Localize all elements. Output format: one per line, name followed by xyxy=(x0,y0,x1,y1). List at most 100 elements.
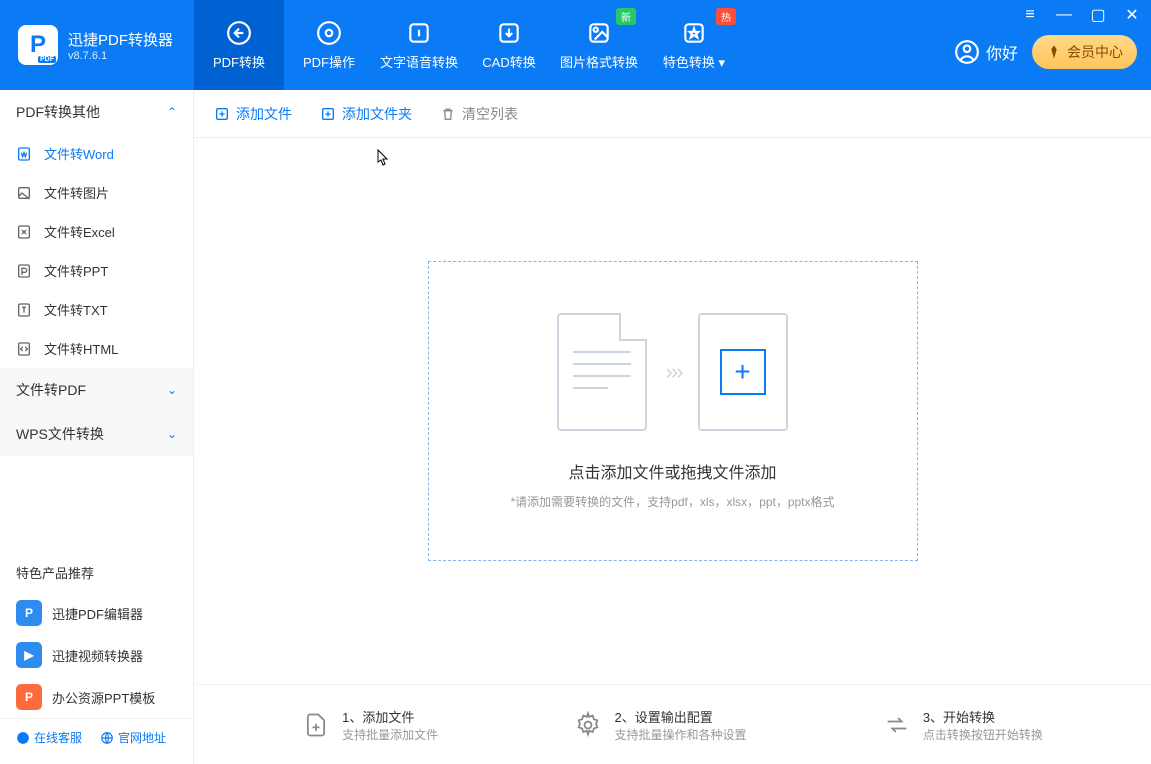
step-1: 1、添加文件 支持批量添加文件 xyxy=(302,707,438,743)
step-subtitle: 支持批量添加文件 xyxy=(342,726,438,743)
sidebar-item-to-word[interactable]: 文件转Word xyxy=(0,134,193,173)
document-icon xyxy=(557,313,647,431)
nav-tab-label: PDF操作 xyxy=(303,52,355,71)
featured-ppt-templates[interactable]: P 办公资源PPT模板 xyxy=(0,676,193,718)
nav-tab-label: 图片格式转换 xyxy=(560,52,638,71)
nav-tab-special[interactable]: 热 特色转换 ▾ xyxy=(644,0,744,90)
gear-icon xyxy=(316,20,342,46)
content: 添加文件 添加文件夹 清空列表 › › › + xyxy=(194,90,1151,764)
dropzone-illustration: › › › + xyxy=(557,313,787,431)
app-logo-icon: P xyxy=(18,25,58,65)
diamond-icon xyxy=(1046,44,1062,60)
dropzone[interactable]: › › › + 点击添加文件或拖拽文件添加 *请添加需要转换的文件，支持pdf，… xyxy=(428,261,918,561)
arrow-icon: › › › xyxy=(665,359,679,385)
window-controls: ≡ — ▢ ✕ xyxy=(1021,6,1141,24)
image-icon xyxy=(586,20,612,46)
maximize-icon[interactable]: ▢ xyxy=(1089,6,1107,24)
step-title: 3、开始转换 xyxy=(923,707,1043,726)
add-folder-button[interactable]: 添加文件夹 xyxy=(320,104,412,124)
step-title: 1、添加文件 xyxy=(342,707,438,726)
sidebar-group-label: 文件转PDF xyxy=(16,380,86,400)
add-folder-icon xyxy=(320,106,336,122)
chevron-down-icon: ⌄ xyxy=(167,383,177,397)
featured-pdf-editor[interactable]: P 迅捷PDF编辑器 xyxy=(0,592,193,634)
featured-label: 迅捷视频转换器 xyxy=(52,646,143,665)
add-file-button[interactable]: 添加文件 xyxy=(214,104,292,124)
dropzone-title: 点击添加文件或拖拽文件添加 xyxy=(568,459,776,483)
sidebar-group-pdf-to-other[interactable]: PDF转换其他 ⌃ xyxy=(0,90,193,134)
dropzone-subtitle: *请添加需要转换的文件，支持pdf，xls，xlsx，ppt，pptx格式 xyxy=(510,493,834,510)
nav-tab-pdf-operate[interactable]: PDF操作 xyxy=(284,0,374,90)
excel-icon xyxy=(16,224,32,240)
steps-bar: 1、添加文件 支持批量添加文件 2、设置输出配置 支持批量操作和各种设置 3、开… xyxy=(194,684,1151,764)
main: PDF转换其他 ⌃ 文件转Word 文件转图片 文件转Excel 文件转PPT … xyxy=(0,90,1151,764)
pdf-editor-icon: P xyxy=(16,600,42,626)
plus-icon: + xyxy=(720,349,766,395)
trash-icon xyxy=(440,106,456,122)
download-icon xyxy=(496,20,522,46)
user-icon xyxy=(954,39,980,65)
step-2: 2、设置输出配置 支持批量操作和各种设置 xyxy=(574,707,746,743)
toolbar: 添加文件 添加文件夹 清空列表 xyxy=(194,90,1151,138)
add-file-icon xyxy=(214,106,230,122)
member-button[interactable]: 会员中心 xyxy=(1032,35,1137,69)
sidebar-item-label: 文件转Excel xyxy=(44,222,115,241)
user-greeting: 你好 xyxy=(986,40,1018,64)
featured-label: 办公资源PPT模板 xyxy=(52,688,155,707)
ppt-icon xyxy=(16,263,32,279)
menu-icon[interactable]: ≡ xyxy=(1021,6,1039,24)
convert-arrow-icon xyxy=(883,711,911,739)
chevron-down-icon: ▾ xyxy=(719,55,726,70)
website-label: 官网地址 xyxy=(118,729,166,746)
video-converter-icon: ▶ xyxy=(16,642,42,668)
word-icon xyxy=(16,146,32,162)
app-version: v8.7.6.1 xyxy=(68,50,173,62)
sidebar-group-label: WPS文件转换 xyxy=(16,424,104,444)
header: P 迅捷PDF转换器 v8.7.6.1 PDF转换 PDF操作 文字语音转换 C… xyxy=(0,0,1151,90)
featured-label: 迅捷PDF编辑器 xyxy=(52,604,143,623)
sidebar-group-wps[interactable]: WPS文件转换 ⌄ xyxy=(0,412,193,456)
step-3: 3、开始转换 点击转换按钮开始转换 xyxy=(883,707,1043,743)
settings-icon xyxy=(574,711,602,739)
sidebar-item-label: 文件转图片 xyxy=(44,183,109,202)
logo-area: P 迅捷PDF转换器 v8.7.6.1 xyxy=(0,0,194,90)
nav-tab-image[interactable]: 新 图片格式转换 xyxy=(554,0,644,90)
convert-icon xyxy=(226,20,252,46)
website-link[interactable]: 官网地址 xyxy=(100,729,166,746)
star-icon xyxy=(681,20,707,46)
sidebar-group-to-pdf[interactable]: 文件转PDF ⌄ xyxy=(0,368,193,412)
support-label: 在线客服 xyxy=(34,729,82,746)
sidebar: PDF转换其他 ⌃ 文件转Word 文件转图片 文件转Excel 文件转PPT … xyxy=(0,90,194,764)
target-icon: + xyxy=(698,313,788,431)
sidebar-item-label: 文件转HTML xyxy=(44,339,118,358)
app-title: 迅捷PDF转换器 xyxy=(68,29,173,50)
nav-tab-cad[interactable]: CAD转换 xyxy=(464,0,554,90)
member-label: 会员中心 xyxy=(1067,42,1123,62)
close-icon[interactable]: ✕ xyxy=(1123,6,1141,24)
globe-icon xyxy=(100,731,114,745)
hot-badge: 热 xyxy=(716,8,736,25)
ppt-template-icon: P xyxy=(16,684,42,710)
user-area[interactable]: 你好 xyxy=(954,39,1018,65)
clear-list-button[interactable]: 清空列表 xyxy=(440,104,518,124)
support-icon xyxy=(16,731,30,745)
footer-links: 在线客服 官网地址 xyxy=(0,718,193,756)
header-right: ≡ — ▢ ✕ 你好 会员中心 xyxy=(954,0,1151,90)
nav-tab-text-voice[interactable]: 文字语音转换 xyxy=(374,0,464,90)
sidebar-group-label: PDF转换其他 xyxy=(16,102,100,122)
chevron-up-icon: ⌃ xyxy=(167,105,177,119)
sidebar-item-label: 文件转PPT xyxy=(44,261,108,280)
sidebar-item-to-ppt[interactable]: 文件转PPT xyxy=(0,251,193,290)
nav-tab-pdf-convert[interactable]: PDF转换 xyxy=(194,0,284,90)
featured-video-converter[interactable]: ▶ 迅捷视频转换器 xyxy=(0,634,193,676)
sidebar-item-label: 文件转TXT xyxy=(44,300,108,319)
sidebar-item-to-image[interactable]: 文件转图片 xyxy=(0,173,193,212)
sidebar-item-to-excel[interactable]: 文件转Excel xyxy=(0,212,193,251)
minimize-icon[interactable]: — xyxy=(1055,6,1073,24)
sidebar-item-to-txt[interactable]: 文件转TXT xyxy=(0,290,193,329)
nav-tab-label: PDF转换 xyxy=(213,52,265,71)
support-link[interactable]: 在线客服 xyxy=(16,729,82,746)
sidebar-item-to-html[interactable]: 文件转HTML xyxy=(0,329,193,368)
step-title: 2、设置输出配置 xyxy=(614,707,746,726)
clear-label: 清空列表 xyxy=(462,104,518,124)
